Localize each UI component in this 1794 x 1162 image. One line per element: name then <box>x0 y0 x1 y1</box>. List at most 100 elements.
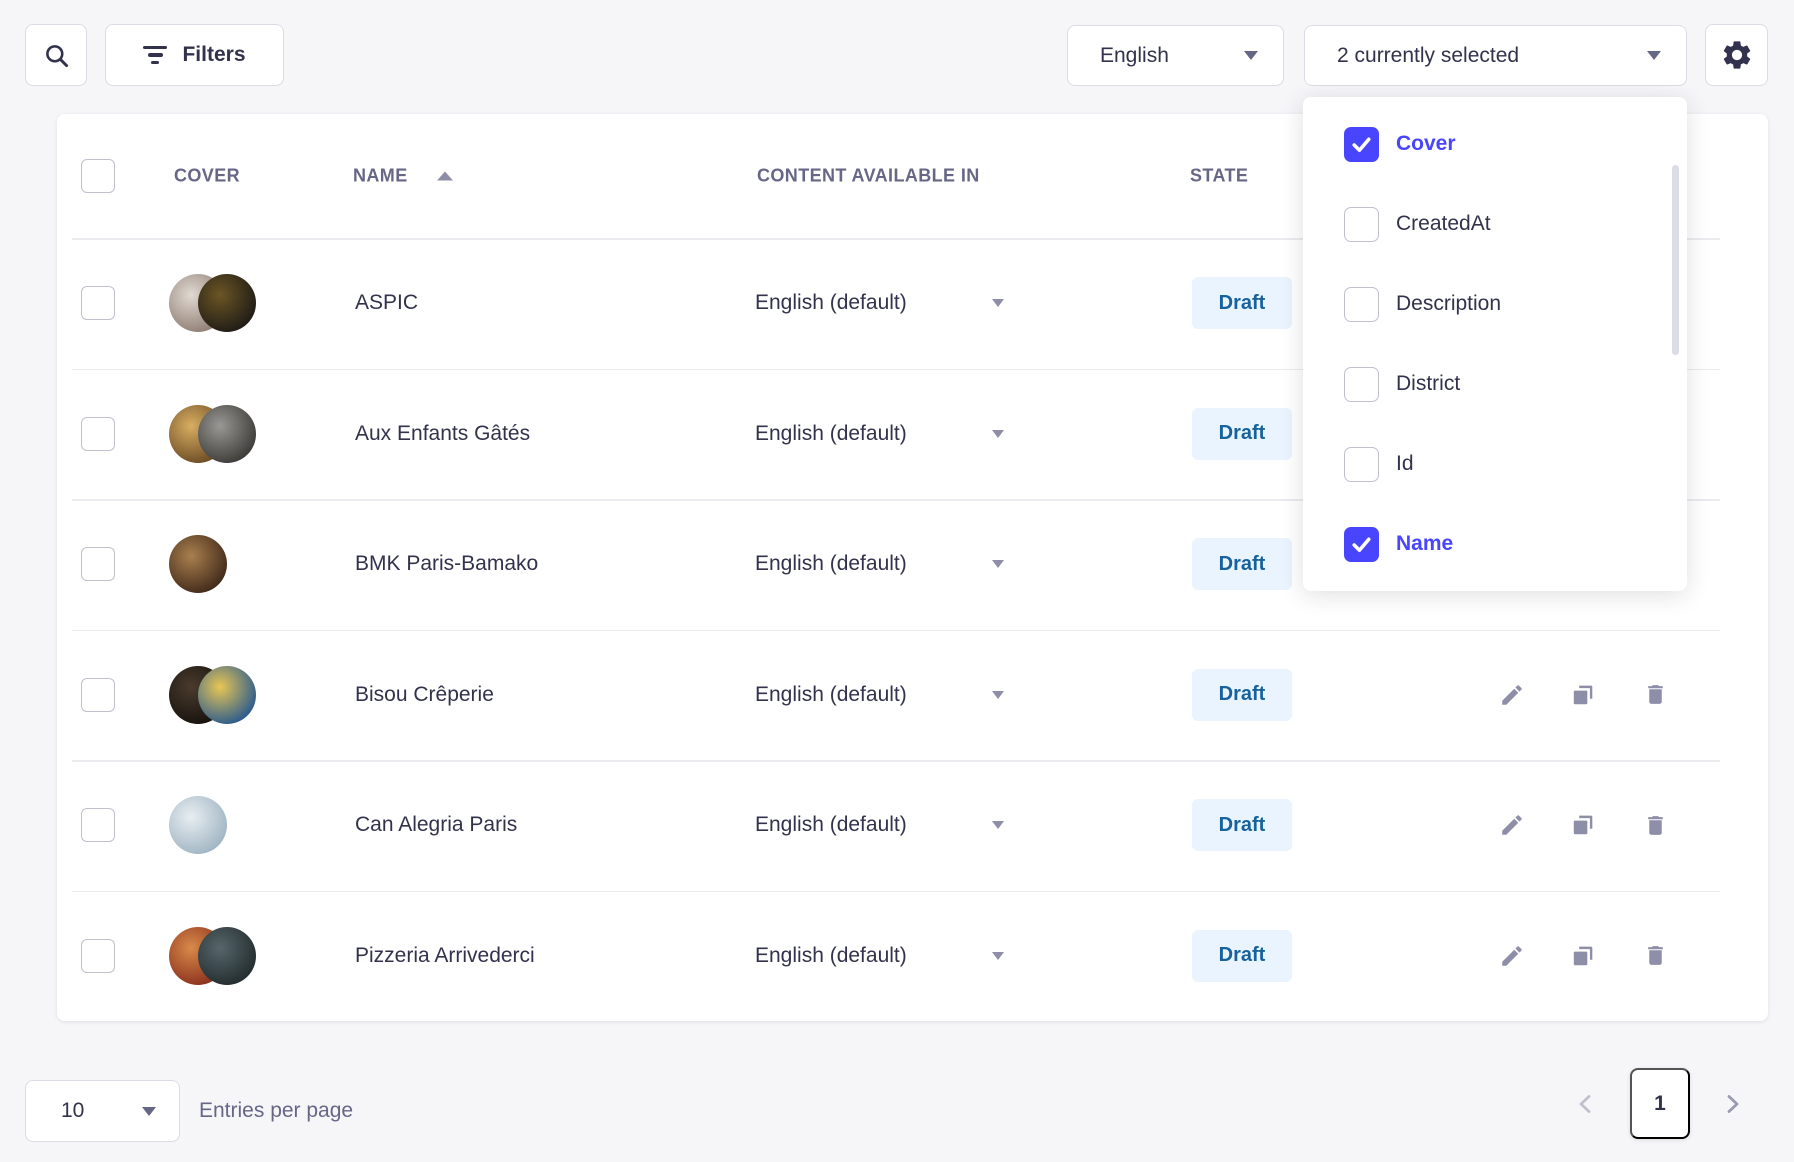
locale-cell-value: English (default) <box>755 552 907 576</box>
column-toggle-item[interactable]: Id <box>1303 424 1687 504</box>
column-toggle-label: CreatedAt <box>1396 212 1491 236</box>
page-size-select[interactable]: 10 <box>25 1080 180 1142</box>
duplicate-icon <box>1570 943 1596 969</box>
locale-cell-value: English (default) <box>755 291 907 315</box>
column-header-state: STATE <box>1190 166 1248 187</box>
duplicate-icon <box>1570 682 1596 708</box>
delete-button[interactable] <box>1635 675 1675 715</box>
column-toggle-label: Description <box>1396 292 1501 316</box>
column-header-cover: COVER <box>174 166 240 187</box>
edit-button[interactable] <box>1492 936 1532 976</box>
filters-button[interactable]: Filters <box>105 24 284 86</box>
row-checkbox[interactable] <box>81 939 115 973</box>
columns-select-value: 2 currently selected <box>1337 44 1519 68</box>
duplicate-button[interactable] <box>1563 936 1603 976</box>
locale-select-value: English <box>1100 44 1169 68</box>
column-toggle-item[interactable]: District <box>1303 344 1687 424</box>
chevron-down-icon <box>992 691 1004 699</box>
locale-cell-select[interactable]: English (default) <box>755 422 907 446</box>
column-toggle-label: Cover <box>1396 132 1456 156</box>
pencil-icon <box>1499 812 1525 838</box>
status-badge: Draft <box>1192 930 1292 982</box>
chevron-down-icon <box>992 821 1004 829</box>
entries-per-page-label: Entries per page <box>199 1080 353 1142</box>
locale-cell-select[interactable]: English (default) <box>755 291 907 315</box>
column-toggle-item[interactable]: Description <box>1303 264 1687 344</box>
column-toggle-label: Id <box>1396 452 1414 476</box>
select-all-checkbox[interactable] <box>81 159 115 193</box>
entry-name: Pizzeria Arrivederci <box>355 944 535 968</box>
filters-button-label: Filters <box>182 43 245 67</box>
chevron-down-icon <box>992 430 1004 438</box>
status-badge: Draft <box>1192 669 1292 721</box>
entry-name: Aux Enfants Gâtés <box>355 422 530 446</box>
duplicate-button[interactable] <box>1563 675 1603 715</box>
delete-button[interactable] <box>1635 936 1675 976</box>
column-toggle-item[interactable]: CreatedAt <box>1303 184 1687 264</box>
row-checkbox[interactable] <box>81 547 115 581</box>
page-1-button[interactable]: 1 <box>1630 1068 1690 1139</box>
edit-button[interactable] <box>1492 675 1532 715</box>
duplicate-button[interactable] <box>1563 805 1603 845</box>
settings-button[interactable] <box>1705 24 1768 86</box>
cover-image <box>169 796 227 854</box>
row-checkbox[interactable] <box>81 286 115 320</box>
search-button[interactable] <box>25 24 87 86</box>
row-checkbox[interactable] <box>81 417 115 451</box>
chevron-down-icon <box>1244 51 1258 60</box>
locale-cell-select[interactable]: English (default) <box>755 944 907 968</box>
chevron-right-icon <box>1720 1092 1744 1116</box>
previous-page-button[interactable] <box>1568 1073 1604 1135</box>
trash-icon <box>1643 813 1668 838</box>
chevron-down-icon <box>1647 51 1661 60</box>
status-badge: Draft <box>1192 277 1292 329</box>
duplicate-icon <box>1570 812 1596 838</box>
cover-avatar-group <box>169 927 256 985</box>
edit-button[interactable] <box>1492 805 1532 845</box>
column-header-content-available-in: CONTENT AVAILABLE IN <box>757 166 980 187</box>
status-badge: Draft <box>1192 408 1292 460</box>
chevron-left-icon <box>1574 1092 1598 1116</box>
chevron-down-icon <box>992 299 1004 307</box>
locale-cell-value: English (default) <box>755 422 907 446</box>
panel-scrollbar[interactable] <box>1672 165 1679 355</box>
columns-select[interactable]: 2 currently selected <box>1304 25 1687 86</box>
cover-image <box>169 535 227 593</box>
entry-name: Bisou Crêperie <box>355 683 494 707</box>
sort-ascending-icon[interactable] <box>437 172 453 181</box>
chevron-down-icon <box>142 1107 156 1116</box>
pencil-icon <box>1499 682 1525 708</box>
gear-icon <box>1720 38 1754 72</box>
locale-cell-select[interactable]: English (default) <box>755 552 907 576</box>
column-header-name[interactable]: NAME <box>353 166 408 187</box>
locale-select[interactable]: English <box>1067 25 1284 86</box>
column-checkbox[interactable] <box>1344 287 1379 322</box>
locale-cell-value: English (default) <box>755 944 907 968</box>
chevron-down-icon <box>992 952 1004 960</box>
column-checkbox[interactable] <box>1344 447 1379 482</box>
locale-cell-value: English (default) <box>755 813 907 837</box>
search-icon <box>43 42 70 69</box>
column-checkbox[interactable] <box>1344 127 1379 162</box>
row-checkbox[interactable] <box>81 678 115 712</box>
checkmark-icon <box>1349 532 1374 557</box>
column-toggle-item[interactable]: Cover <box>1303 104 1687 184</box>
column-checkbox[interactable] <box>1344 527 1379 562</box>
cover-image-secondary <box>198 274 256 332</box>
trash-icon <box>1643 682 1668 707</box>
column-checkbox[interactable] <box>1344 207 1379 242</box>
cover-avatar-group <box>169 405 256 463</box>
column-checkbox[interactable] <box>1344 367 1379 402</box>
chevron-down-icon <box>992 560 1004 568</box>
locale-cell-select[interactable]: English (default) <box>755 683 907 707</box>
trash-icon <box>1643 943 1668 968</box>
row-checkbox[interactable] <box>81 808 115 842</box>
checkmark-icon <box>1349 132 1374 157</box>
cover-avatar-group <box>169 666 256 724</box>
locale-cell-select[interactable]: English (default) <box>755 813 907 837</box>
column-toggle-item[interactable]: Name <box>1303 504 1687 584</box>
locale-cell-value: English (default) <box>755 683 907 707</box>
column-toggle-label: Name <box>1396 532 1453 556</box>
next-page-button[interactable] <box>1714 1073 1750 1135</box>
delete-button[interactable] <box>1635 805 1675 845</box>
